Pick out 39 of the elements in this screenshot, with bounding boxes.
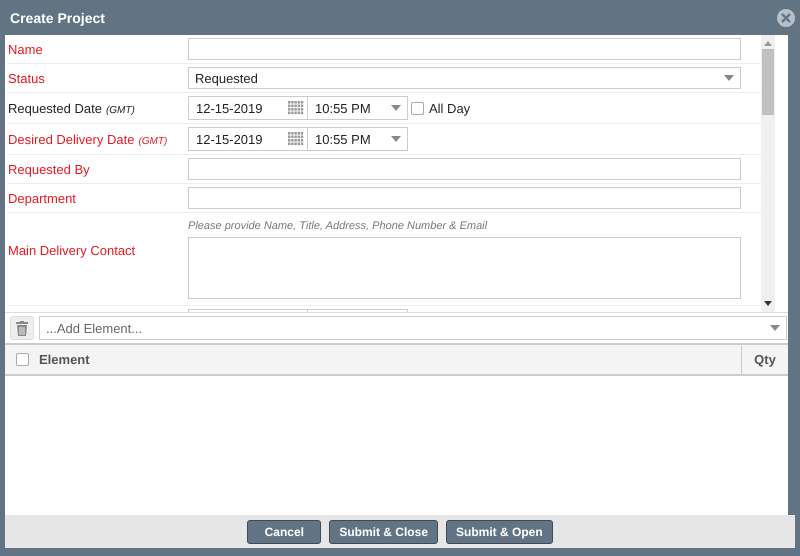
field-label: Name	[8, 42, 43, 56]
field-label: Requested By	[8, 162, 90, 176]
caret-icon	[770, 325, 780, 331]
date-field[interactable]: 12-15-2019	[188, 127, 308, 151]
scrollbar[interactable]	[761, 35, 775, 312]
field-label: Status	[8, 70, 45, 86]
column-header[interactable]: Element	[39, 352, 90, 367]
checkbox-label: All Day	[429, 100, 470, 116]
text-field[interactable]	[188, 38, 741, 60]
close-icon[interactable]	[777, 8, 795, 26]
select-all-checkbox[interactable]	[16, 353, 28, 366]
time-dropdown[interactable]: 10:55 PM	[308, 96, 408, 120]
text-area[interactable]	[188, 237, 741, 299]
submit-close-button[interactable]: Submit & Close	[329, 520, 438, 544]
date-field[interactable]: 12-15-2019	[188, 96, 308, 120]
text-field[interactable]	[188, 187, 741, 209]
window-title: Create Project	[9, 10, 105, 26]
submit-open-button[interactable]: Submit & Open	[446, 520, 553, 544]
scroll-up-icon[interactable]	[764, 41, 772, 46]
field-label: Desired Delivery Date (GMT)	[8, 132, 168, 146]
status-dropdown[interactable]: Requested	[188, 67, 741, 89]
text-field[interactable]	[188, 158, 741, 180]
add-element-dropdown[interactable]: ...Add Element...	[39, 316, 787, 340]
column-header[interactable]: Qty	[754, 352, 776, 367]
time-dropdown[interactable]: 10:55 PM	[308, 127, 408, 151]
field-hint: Please provide Name, Title, Address, Phone Number & Email	[188, 220, 488, 232]
field-label: Main Delivery Contact	[8, 243, 136, 258]
caret-icon	[391, 136, 401, 142]
caret-icon	[724, 75, 734, 81]
field-label: Requested Date (GMT)	[8, 100, 135, 116]
scroll-down-icon[interactable]	[764, 301, 772, 306]
field-label: Department	[8, 190, 76, 206]
scrollbar-thumb[interactable]	[762, 49, 774, 115]
calendar-icon[interactable]	[288, 132, 304, 146]
caret-icon	[391, 105, 401, 111]
calendar-icon[interactable]	[288, 101, 304, 115]
checkbox[interactable]	[411, 102, 424, 114]
cancel-button[interactable]: Cancel	[247, 520, 322, 544]
trash-icon[interactable]	[10, 316, 34, 340]
